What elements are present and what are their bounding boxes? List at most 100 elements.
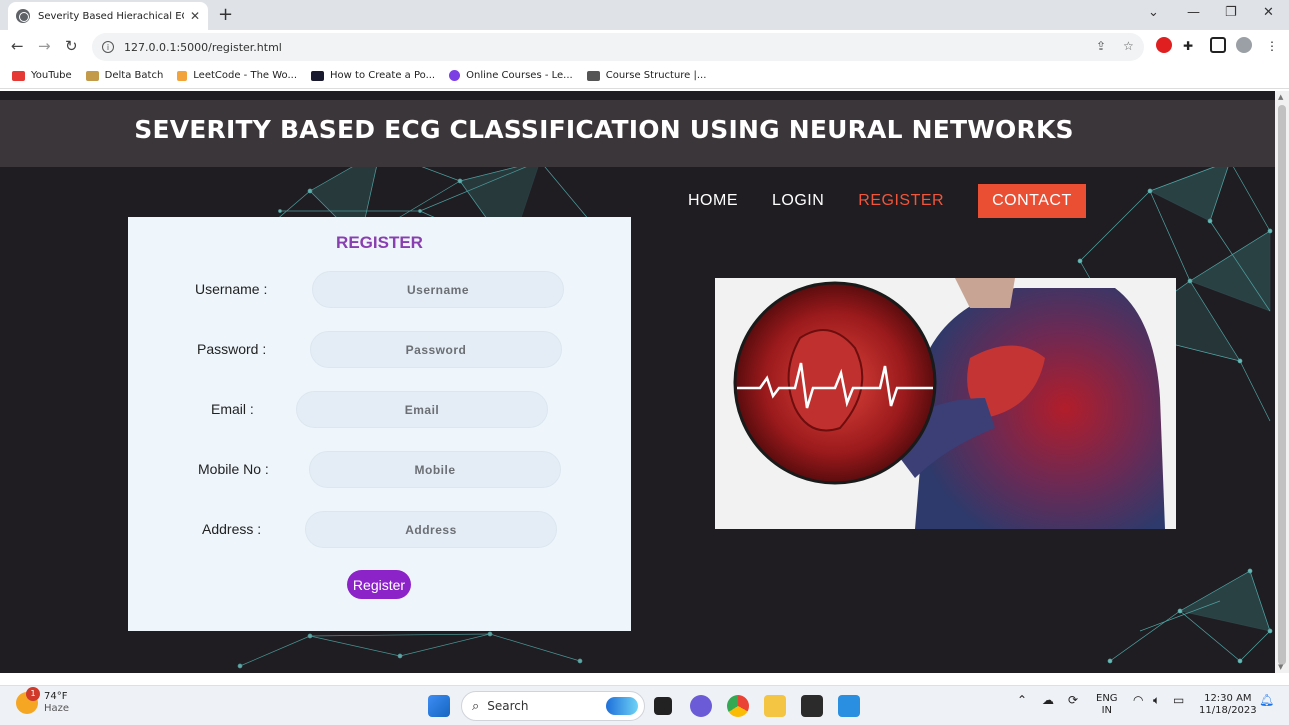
side-panel-icon[interactable] — [1210, 37, 1226, 53]
bookmark-leetcode[interactable]: LeetCode - The Wo... — [177, 70, 297, 81]
youtube-icon — [12, 70, 25, 81]
share-icon[interactable]: ⇪ — [1096, 39, 1106, 53]
bookmark-label: LeetCode - The Wo... — [193, 70, 298, 81]
region-code: IN — [1101, 705, 1112, 716]
username-input[interactable] — [312, 271, 564, 308]
menu-kebab-icon[interactable]: ⋮ — [1266, 39, 1278, 53]
bookmark-label: How to Create a Po... — [330, 70, 436, 81]
page-icon — [311, 70, 325, 81]
heart-attack-illustration — [715, 278, 1176, 529]
tray-overflow-icon[interactable]: ⌃ — [1017, 694, 1027, 706]
scroll-thumb[interactable] — [1278, 105, 1286, 665]
bookmark-delta-batch[interactable]: Delta Batch — [85, 70, 164, 81]
page-viewport: SEVERITY BASED ECG CLASSIFICATION USING … — [0, 91, 1275, 673]
clock-date: 11/18/2023 — [1199, 705, 1257, 716]
profile-avatar-icon[interactable] — [1236, 37, 1252, 53]
windows-start-icon[interactable] — [428, 695, 450, 717]
forward-icon[interactable]: → — [38, 37, 51, 55]
site-title: SEVERITY BASED ECG CLASSIFICATION USING … — [134, 115, 1074, 144]
bookmark-label: Online Courses - Le... — [466, 70, 573, 81]
courses-icon — [449, 70, 461, 81]
clock-time: 12:30 AM — [1204, 693, 1252, 704]
back-icon[interactable]: ← — [11, 37, 24, 55]
notification-bell-icon[interactable]: 🔔︎ — [1259, 694, 1274, 706]
extensions-puzzle-icon[interactable]: ✚ — [1183, 39, 1193, 53]
register-form: REGISTER Username : Password : Email : M… — [128, 217, 631, 631]
browser-toolbar: ← → ↻ i 127.0.0.1:5000/register.html ⇪ ☆… — [0, 30, 1289, 63]
nav-contact-button[interactable]: CONTACT — [978, 184, 1086, 218]
globe-icon — [16, 9, 30, 23]
scroll-up-icon[interactable]: ▲ — [1278, 93, 1283, 101]
nav-register[interactable]: REGISTER — [858, 192, 944, 210]
restore-icon[interactable]: ❐ — [1225, 5, 1237, 20]
weather-sun-icon: 1 — [16, 687, 40, 714]
address-input[interactable] — [305, 511, 557, 548]
address-row: Address : — [128, 511, 631, 549]
network-graphic-bottom — [237, 631, 583, 669]
tab-search-icon[interactable]: ⌄ — [1148, 5, 1159, 20]
opera-extension-icon[interactable] — [1156, 37, 1172, 53]
form-title: REGISTER — [336, 233, 423, 252]
clock[interactable]: 12:30 AM 11/18/2023 — [1199, 693, 1257, 717]
username-label: Username : — [195, 281, 268, 297]
password-input[interactable] — [310, 331, 562, 368]
address-bar[interactable]: i 127.0.0.1:5000/register.html — [92, 33, 1144, 61]
site-info-icon[interactable]: i — [102, 41, 114, 53]
file-explorer-icon[interactable] — [764, 695, 786, 717]
bookmark-star-icon[interactable]: ☆ — [1123, 39, 1134, 53]
weather-badge: 1 — [26, 687, 40, 701]
browser-tab[interactable]: Severity Based Hierachical ECAG ✕ — [8, 2, 208, 30]
url-text: 127.0.0.1:5000/register.html — [124, 40, 282, 54]
terminal-icon[interactable] — [801, 695, 823, 717]
teams-chat-icon[interactable] — [690, 695, 712, 717]
bookmark-online-courses[interactable]: Online Courses - Le... — [449, 70, 573, 81]
network-graphic-bottom-right — [1107, 568, 1273, 664]
language-indicator[interactable]: ENG IN — [1096, 693, 1118, 717]
onedrive-icon[interactable]: ☁ — [1042, 694, 1054, 706]
bookmarks-bar: YouTube Delta Batch LeetCode - The Wo...… — [0, 63, 1289, 89]
reload-icon[interactable]: ↻ — [65, 37, 78, 55]
vscode-icon[interactable] — [838, 695, 860, 717]
search-icon: ⌕ — [472, 698, 480, 714]
mobile-label: Mobile No : — [198, 461, 269, 477]
nav-home[interactable]: HOME — [688, 192, 738, 210]
minimize-icon[interactable]: — — [1187, 5, 1200, 20]
task-view-icon[interactable] — [654, 697, 672, 715]
weather-condition: Haze — [44, 703, 70, 714]
mobile-row: Mobile No : — [128, 451, 631, 489]
tab-title: Severity Based Hierachical ECAG — [38, 10, 184, 22]
volume-icon[interactable]: 🔈︎ — [1153, 694, 1160, 706]
battery-icon[interactable]: ▭ — [1173, 694, 1184, 706]
course-structure-icon — [586, 70, 600, 81]
bing-highlight-icon — [606, 697, 638, 715]
bookmark-course-structure[interactable]: Course Structure |... — [586, 70, 707, 81]
address-label: Address : — [202, 521, 262, 537]
bookmark-label: YouTube — [31, 70, 72, 81]
bookmark-label: Course Structure |... — [605, 70, 707, 81]
register-submit-button[interactable]: Register — [347, 570, 411, 599]
page-scrollbar[interactable]: ▲ ▼ — [1275, 91, 1289, 673]
email-row: Email : — [128, 391, 631, 429]
close-window-icon[interactable]: ✕ — [1263, 5, 1274, 20]
bookmark-how-to-create[interactable]: How to Create a Po... — [311, 70, 435, 81]
nav-login[interactable]: LOGIN — [772, 192, 824, 210]
language-code: ENG — [1096, 693, 1118, 704]
mobile-input[interactable] — [309, 451, 561, 488]
browser-tab-bar: Severity Based Hierachical ECAG ✕ + ⌄ — … — [0, 0, 1289, 30]
bookmark-youtube[interactable]: YouTube — [12, 70, 72, 81]
scroll-down-icon[interactable]: ▼ — [1278, 663, 1283, 671]
close-tab-icon[interactable]: ✕ — [190, 9, 200, 23]
weather-temperature: 74°F — [44, 691, 68, 702]
new-tab-icon[interactable]: + — [218, 4, 233, 25]
search-placeholder: Search — [487, 699, 529, 713]
main-nav: HOME LOGIN REGISTER CONTACT — [688, 183, 1086, 219]
chrome-icon[interactable] — [727, 695, 749, 717]
sync-icon[interactable]: ⟳ — [1068, 694, 1078, 706]
bookmark-label: Delta Batch — [104, 70, 164, 81]
weather-widget[interactable]: 1 74°F Haze — [16, 687, 70, 715]
delta-batch-icon — [85, 70, 99, 81]
wifi-icon[interactable]: ◠ — [1133, 694, 1143, 706]
email-input[interactable] — [296, 391, 548, 428]
password-row: Password : — [128, 331, 631, 369]
taskbar-search[interactable]: ⌕ Search — [461, 691, 645, 721]
